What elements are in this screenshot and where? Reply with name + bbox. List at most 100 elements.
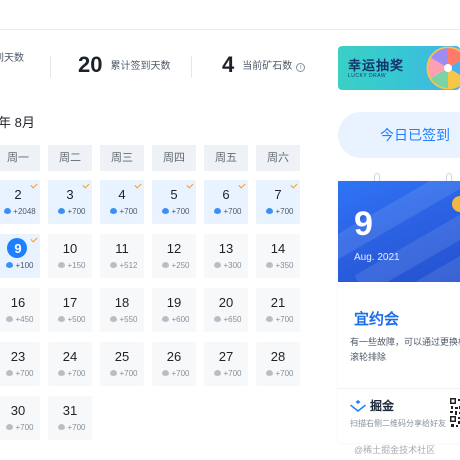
calendar-day[interactable]: 28 +700 <box>256 342 300 386</box>
calendar-day[interactable]: 18 +550 <box>100 288 144 332</box>
calendar-day-number: 18 <box>114 295 130 310</box>
calendar-day[interactable]: 4 +700 <box>100 180 144 224</box>
ore-gem-icon <box>58 370 66 376</box>
ore-gem-icon <box>6 262 14 268</box>
calendar-day-reward: +700 <box>156 369 196 378</box>
weekday-header: 周四 <box>152 145 196 171</box>
info-circle-icon[interactable]: i <box>296 63 306 72</box>
share-card-luck: 宜约会 <box>354 311 400 328</box>
ore-gem-icon <box>214 262 222 268</box>
calendar-day[interactable]: 21 +700 <box>256 288 300 332</box>
ore-gem-icon <box>214 370 222 376</box>
stat-streak: 到天数 <box>0 52 24 67</box>
ore-gem-icon <box>110 262 118 268</box>
calendar-day[interactable]: 31 +700 <box>48 396 92 440</box>
calendar-day-reward-value: +700 <box>275 207 294 216</box>
share-card-date: Aug. 2021 <box>354 252 400 263</box>
calendar-day-reward-value: +600 <box>171 315 190 324</box>
calendar-day-number: 21 <box>270 295 286 310</box>
calendar-day[interactable]: 2 +2048 <box>0 180 40 224</box>
calendar-day[interactable]: 6 +700 <box>204 180 248 224</box>
ore-gem-icon <box>266 316 274 322</box>
calendar-day[interactable]: 23 +700 <box>0 342 40 386</box>
calendar-day-number: 26 <box>166 349 182 364</box>
stats-divider <box>50 56 51 78</box>
calendar-day[interactable]: 24 +700 <box>48 342 92 386</box>
calendar-day-reward-value: +650 <box>223 315 242 324</box>
calendar-day-reward-value: +700 <box>171 369 190 378</box>
calendar-day-number: 4 <box>118 187 126 202</box>
juejin-logo-text: 掘金 <box>370 399 395 413</box>
calendar-day-number: 5 <box>170 187 178 202</box>
calendar-day-reward: +700 <box>52 423 92 432</box>
calendar-day-reward: +500 <box>52 315 92 324</box>
calendar-day[interactable]: 14 +350 <box>256 234 300 278</box>
weekday-header: 周一 <box>0 145 40 171</box>
calendar-day[interactable]: 25 +700 <box>100 342 144 386</box>
calendar-day-reward: +250 <box>156 261 196 270</box>
stat-total-days-label: 累计签到天数 <box>110 61 171 72</box>
calendar-day[interactable]: 27 +700 <box>204 342 248 386</box>
calendar-day-reward-value: +700 <box>119 369 138 378</box>
calendar-day-reward-value: +150 <box>67 261 86 270</box>
calendar-day-number: 17 <box>62 295 78 310</box>
stat-ore-value: 4 <box>222 52 235 77</box>
calendar-day[interactable]: 10 +150 <box>48 234 92 278</box>
stats-card: 到天数 20 累计签到天数 4 当前矿石数 i <box>0 38 322 96</box>
calendar-day[interactable]: 3 +700 <box>48 180 92 224</box>
stat-ore: 4 当前矿石数 i <box>222 52 306 78</box>
signed-today-button[interactable]: 今日已签到 <box>338 112 460 158</box>
ore-gem-icon <box>58 316 66 322</box>
calendar-day-reward: +550 <box>104 315 144 324</box>
weekday-header: 周三 <box>100 145 144 171</box>
ore-gem-icon <box>110 370 118 376</box>
calendar-day[interactable]: 19 +600 <box>152 288 196 332</box>
calendar-day-reward-value: +700 <box>67 369 86 378</box>
calendar-day[interactable]: 17 +500 <box>48 288 92 332</box>
calendar-day[interactable]: 26 +700 <box>152 342 196 386</box>
ore-gem-icon <box>58 262 66 268</box>
calendar-day-reward-value: +700 <box>223 207 242 216</box>
stat-streak-label: 到天数 <box>0 53 24 64</box>
calendar-day[interactable]: 20 +650 <box>204 288 248 332</box>
calendar-day-reward-value: +2048 <box>13 207 36 216</box>
calendar-day[interactable]: 5 +700 <box>152 180 196 224</box>
watermark: @稀土掘金技术社区 <box>354 445 436 455</box>
lucky-draw-banner[interactable]: 幸运抽奖 LUCKY DRAW <box>338 46 460 90</box>
calendar-day-reward-value: +250 <box>171 261 190 270</box>
calendar-day-reward: +350 <box>260 261 300 270</box>
calendar-day-reward: +700 <box>104 207 144 216</box>
calendar-day-number: 31 <box>62 403 78 418</box>
calendar-day-number: 6 <box>222 187 230 202</box>
calendar-day[interactable]: 13 +300 <box>204 234 248 278</box>
calendar-day[interactable]: 11 +512 <box>100 234 144 278</box>
calendar-day[interactable]: 16 +450 <box>0 288 40 332</box>
calendar-day-reward-value: +700 <box>15 369 34 378</box>
calendar-day-reward: +650 <box>208 315 248 324</box>
share-card-day: 9 <box>354 205 373 243</box>
calendar-day-reward-value: +700 <box>223 369 242 378</box>
calendar-day-number: 3 <box>66 187 74 202</box>
share-hint: 扫描右侧二维码分享给好友 <box>350 419 446 428</box>
calendar-day-number: 25 <box>114 349 130 364</box>
stat-total-days: 20 累计签到天数 <box>78 52 170 78</box>
calendar-day[interactable]: 9 +100 <box>0 234 40 278</box>
calendar-day-reward-value: +700 <box>171 207 190 216</box>
calendar-day-reward-value: +700 <box>67 423 86 432</box>
calendar-day-reward: +700 <box>52 369 92 378</box>
calendar-day-reward-value: +100 <box>15 261 34 270</box>
ore-gem-icon <box>110 316 118 322</box>
calendar-day-reward: +600 <box>156 315 196 324</box>
ore-gem-icon <box>162 262 170 268</box>
calendar-day[interactable]: 30 +700 <box>0 396 40 440</box>
calendar-day[interactable]: 12 +250 <box>152 234 196 278</box>
top-bar <box>0 0 460 30</box>
calendar-day-reward-value: +350 <box>275 261 294 270</box>
ore-gem-icon <box>6 316 14 322</box>
calendar-day-reward: +512 <box>104 261 144 270</box>
calendar-day-number: 9 <box>14 241 22 256</box>
calendar-day-reward-value: +500 <box>67 315 86 324</box>
calendar-day-number: 30 <box>10 403 26 418</box>
calendar-day[interactable]: 7 +700 <box>256 180 300 224</box>
ore-gem-icon <box>58 208 66 214</box>
